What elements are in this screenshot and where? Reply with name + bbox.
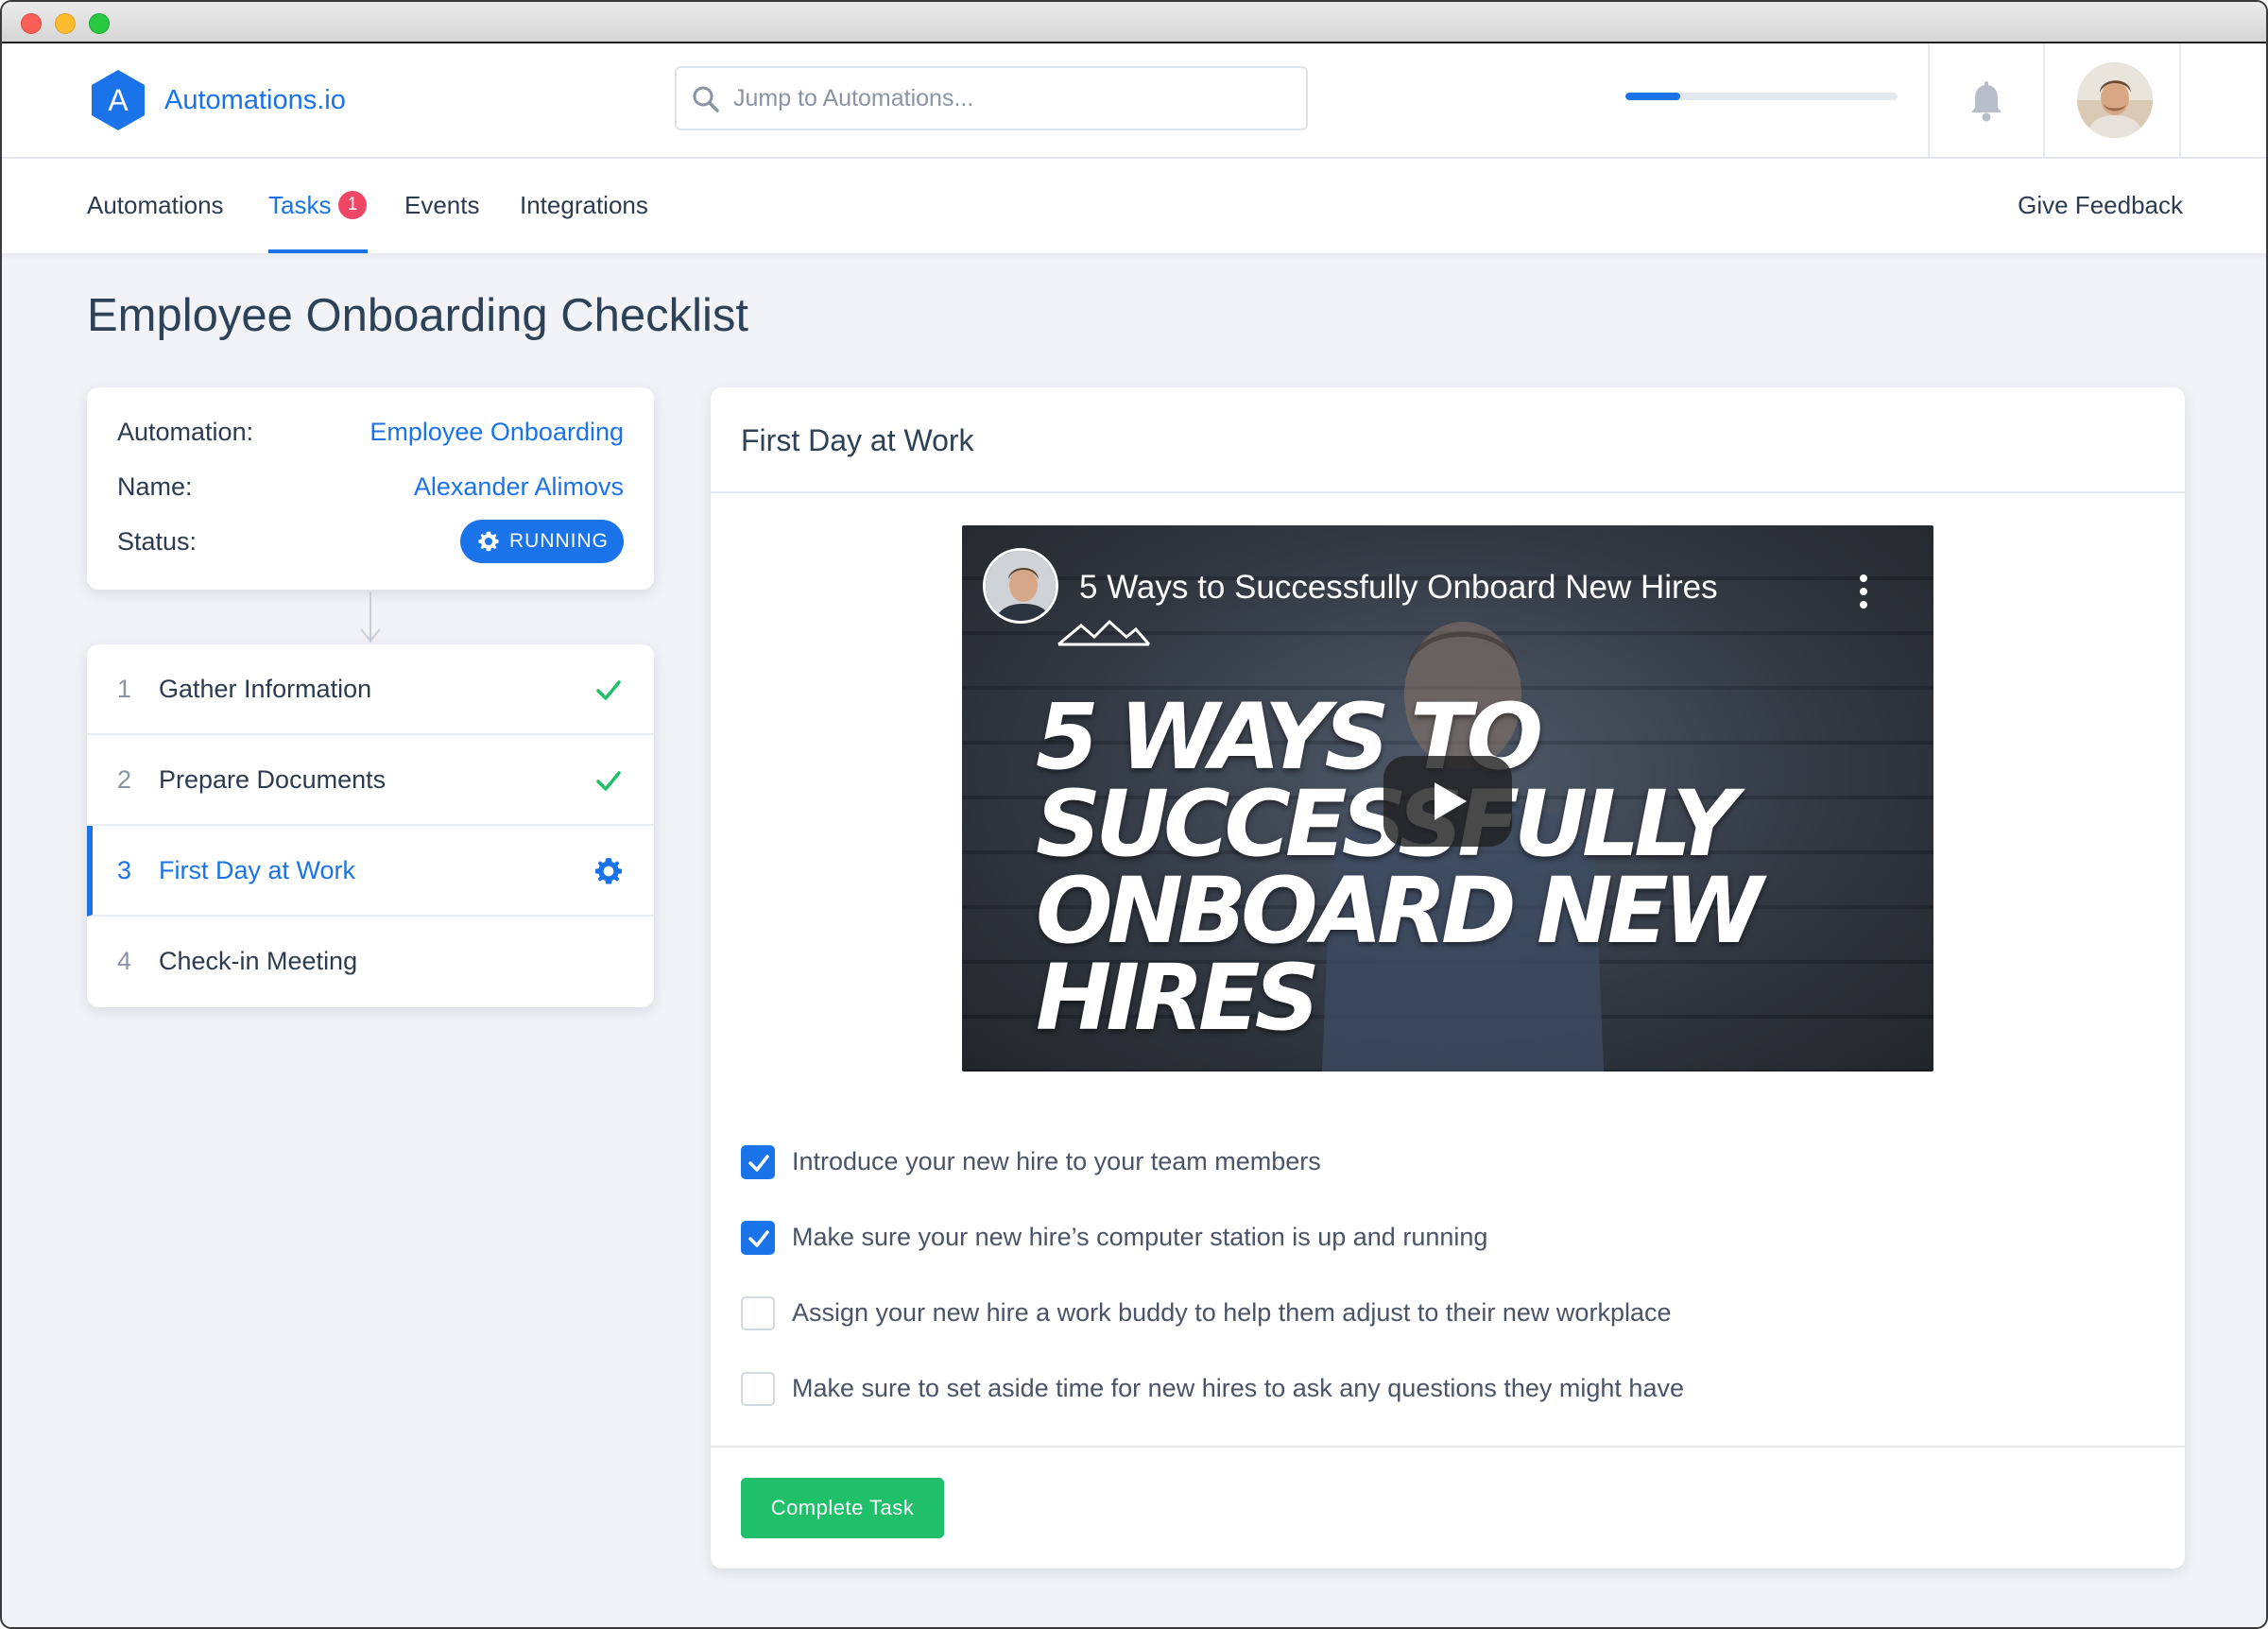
step-label: Check-in Meeting — [159, 947, 358, 975]
step-item-prepare-documents[interactable]: 2 Prepare Documents — [87, 735, 654, 826]
page-title: Employee Onboarding Checklist — [87, 290, 748, 341]
minimize-window-button[interactable] — [55, 13, 76, 34]
step-number: 1 — [117, 675, 132, 703]
tasks-count-badge: 1 — [338, 191, 367, 219]
step-label: Gather Information — [159, 675, 372, 703]
main-nav: Automations Tasks 1 Events Integrations … — [2, 159, 2266, 253]
status-label: Status: — [117, 527, 198, 556]
search-input[interactable] — [733, 68, 1291, 129]
user-avatar[interactable] — [2077, 62, 2153, 138]
close-window-button[interactable] — [21, 13, 42, 34]
video-thumbnail-headline: 5 WAYS TO SUCCESSFULLY ONBOARD NEW HIRES — [1036, 684, 1763, 1051]
app-window: A Automations.io Jump to Automations... … — [0, 0, 2268, 1629]
app-header: A Automations.io — [2, 43, 2266, 159]
gear-icon — [595, 858, 622, 884]
card-divider — [711, 1446, 2185, 1448]
checklist-item-label: Make sure to set aside time for new hire… — [792, 1374, 1684, 1402]
active-tab-indicator — [268, 249, 368, 253]
checkbox-checked[interactable] — [741, 1145, 775, 1179]
gear-icon — [478, 531, 499, 552]
step-number: 4 — [117, 947, 132, 975]
nav-tab-automations[interactable]: Automations — [87, 191, 224, 220]
arrow-down-icon — [360, 628, 381, 643]
task-detail-card: First Day at Work 5 Ways to Successfully… — [711, 387, 2185, 1569]
progress-bar — [1625, 93, 1898, 100]
assignee-name-link[interactable]: Alexander Alimovs — [414, 472, 624, 502]
zoom-window-button[interactable] — [89, 13, 110, 34]
step-label: Prepare Documents — [159, 765, 387, 794]
step-number: 3 — [117, 856, 132, 884]
task-title: First Day at Work — [741, 423, 974, 457]
channel-avatar[interactable] — [983, 548, 1058, 624]
app-logo-icon[interactable]: A — [89, 68, 147, 132]
nav-tab-integrations[interactable]: Integrations — [520, 191, 648, 220]
name-row: Name: Alexander Alimovs — [117, 472, 624, 510]
video-player[interactable]: 5 Ways to Successfully Onboard New Hires… — [962, 525, 1933, 1072]
automation-info-card: Automation: Employee Onboarding Name: Al… — [87, 387, 654, 590]
automation-label: Automation: — [117, 418, 254, 446]
checkbox-unchecked[interactable] — [741, 1296, 775, 1330]
status-text: RUNNING — [509, 530, 609, 552]
checklist-item-label: Make sure your new hire’s computer stati… — [792, 1223, 1488, 1251]
checkbox-checked[interactable] — [741, 1221, 775, 1255]
search-box[interactable] — [675, 66, 1308, 130]
notifications-bell-icon[interactable] — [1967, 81, 2005, 123]
steps-list: 1 Gather Information 2 Prepare Documents… — [87, 644, 654, 1007]
name-label: Name: — [117, 472, 193, 501]
more-vertical-icon[interactable] — [1858, 573, 1869, 610]
play-icon — [1435, 782, 1467, 820]
step-item-first-day-at-work[interactable]: 3 First Day at Work — [87, 826, 654, 917]
status-badge: RUNNING — [460, 520, 624, 563]
automation-row: Automation: Employee Onboarding — [117, 418, 624, 455]
check-icon — [596, 680, 621, 700]
step-number: 2 — [117, 765, 132, 794]
checkmark-icon — [748, 1230, 769, 1247]
step-item-gather-information[interactable]: 1 Gather Information — [87, 644, 654, 735]
checkmark-icon — [748, 1155, 769, 1172]
header-divider — [2179, 43, 2181, 157]
step-item-check-in-meeting[interactable]: 4 Check-in Meeting — [87, 917, 654, 1007]
complete-task-button[interactable]: Complete Task — [741, 1478, 944, 1538]
progress-bar-fill — [1625, 93, 1680, 100]
nav-tab-tasks[interactable]: Tasks — [268, 191, 331, 220]
step-label: First Day at Work — [159, 856, 356, 884]
checklist-item-label: Assign your new hire a work buddy to hel… — [792, 1298, 1672, 1327]
automation-link[interactable]: Employee Onboarding — [369, 418, 624, 447]
check-icon — [596, 771, 621, 791]
card-divider — [711, 491, 2185, 493]
mountain-logo-icon — [1057, 619, 1151, 646]
header-divider — [1928, 43, 1930, 157]
checkbox-unchecked[interactable] — [741, 1372, 775, 1406]
video-title: 5 Ways to Successfully Onboard New Hires — [1079, 569, 1718, 606]
search-icon — [693, 86, 719, 112]
window-titlebar — [2, 2, 2266, 43]
checklist-item-label: Introduce your new hire to your team mem… — [792, 1147, 1321, 1175]
nav-tab-events[interactable]: Events — [404, 191, 480, 220]
header-divider — [2043, 43, 2045, 157]
give-feedback-link[interactable]: Give Feedback — [2018, 191, 2183, 220]
status-row: Status: RUNNING — [117, 520, 624, 565]
brand-name[interactable]: Automations.io — [164, 85, 346, 116]
play-button[interactable] — [1383, 756, 1512, 847]
logo-letter: A — [108, 83, 129, 117]
